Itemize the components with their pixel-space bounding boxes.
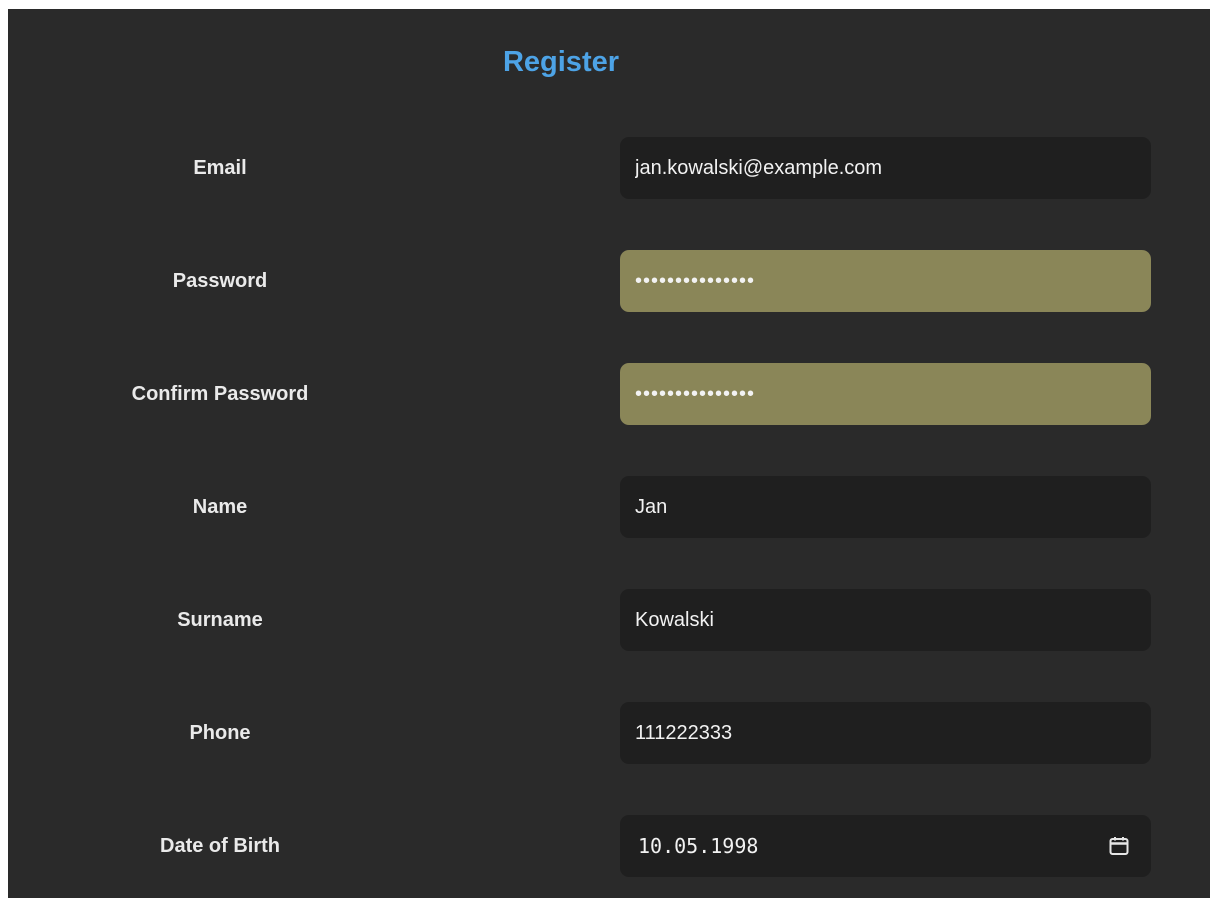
name-label: Name (192, 496, 248, 518)
surname-field[interactable] (620, 589, 1151, 651)
date-of-birth-label: Date of Birth (160, 835, 280, 857)
password-label: Password (172, 270, 268, 292)
surname-label: Surname (177, 609, 263, 631)
email-label: Email (193, 157, 247, 179)
date-of-birth-row: Date of Birth 10.05.1998 (8, 815, 1210, 877)
confirm-password-label: Confirm Password (131, 383, 309, 405)
phone-field[interactable] (620, 702, 1151, 764)
date-of-birth-field[interactable]: 10.05.1998 (620, 815, 1151, 877)
confirm-password-field[interactable] (620, 363, 1151, 425)
name-row: Name (8, 476, 1210, 538)
email-field[interactable] (620, 137, 1151, 199)
email-row: Email (8, 137, 1210, 199)
calendar-icon[interactable] (1107, 834, 1131, 858)
confirm-password-row: Confirm Password (8, 363, 1210, 425)
password-field[interactable] (620, 250, 1151, 312)
page-title: Register (502, 46, 620, 78)
phone-row: Phone (8, 702, 1210, 764)
name-field[interactable] (620, 476, 1151, 538)
register-panel: Register Email Password Confirm Password… (8, 9, 1210, 898)
phone-label: Phone (189, 722, 251, 744)
date-of-birth-value: 10.05.1998 (638, 834, 759, 858)
password-row: Password (8, 250, 1210, 312)
surname-row: Surname (8, 589, 1210, 651)
